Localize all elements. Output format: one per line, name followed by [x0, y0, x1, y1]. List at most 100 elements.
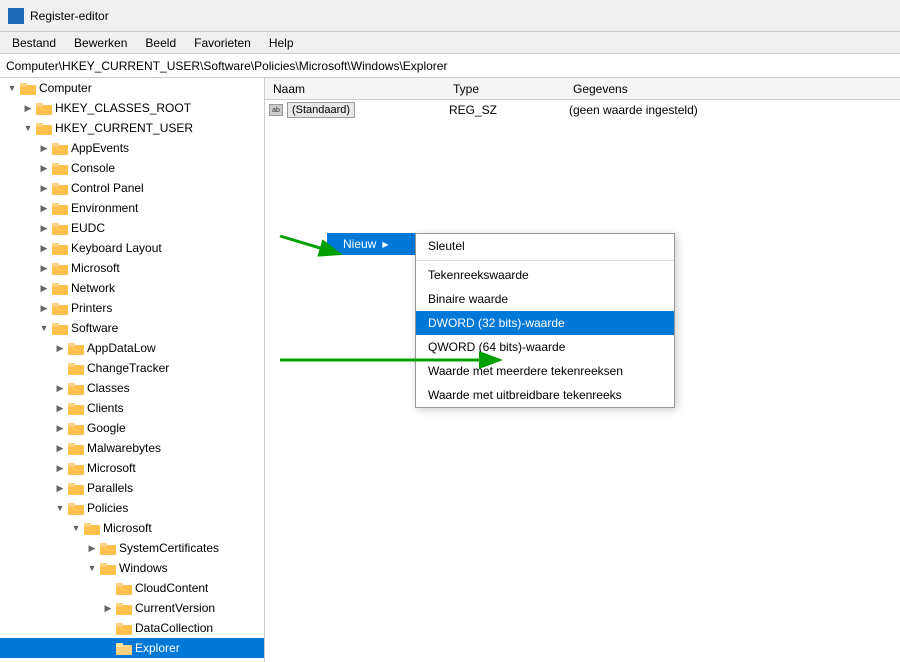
- tree-item-microsoft-software[interactable]: Microsoft: [0, 458, 264, 478]
- folder-icon-microsoft: [52, 261, 68, 275]
- arrow-2: [275, 348, 595, 378]
- tree-label-changetracker: ChangeTracker: [87, 361, 169, 375]
- expander-clients[interactable]: [52, 398, 68, 418]
- expander-environment[interactable]: [36, 198, 52, 218]
- expander-keyboard-layout[interactable]: [36, 238, 52, 258]
- expander-network[interactable]: [36, 278, 52, 298]
- expander-software[interactable]: [36, 318, 52, 338]
- folder-icon-windows: [100, 561, 116, 575]
- tree-item-appevents[interactable]: AppEvents: [0, 138, 264, 158]
- expander-hkey-current-user[interactable]: [20, 118, 36, 138]
- expander-currentversion[interactable]: [100, 598, 116, 618]
- reg-naam-standaard: ab (Standaard): [269, 102, 449, 118]
- tree-item-datacollection[interactable]: DataCollection: [0, 618, 264, 638]
- tree-item-console[interactable]: Console: [0, 158, 264, 178]
- folder-icon-appdatalow: [68, 341, 84, 355]
- tree-item-microsoft-policies[interactable]: Microsoft: [0, 518, 264, 538]
- tree-item-environment[interactable]: Environment: [0, 198, 264, 218]
- tree-item-network[interactable]: Network: [0, 278, 264, 298]
- expander-google[interactable]: [52, 418, 68, 438]
- menu-bestand[interactable]: Bestand: [4, 34, 64, 52]
- expander-systemcertificates[interactable]: [84, 538, 100, 558]
- tree-item-power[interactable]: Power: [0, 658, 264, 662]
- tree-item-policies[interactable]: Policies: [0, 498, 264, 518]
- expander-changetracker: [52, 358, 68, 378]
- expander-computer[interactable]: [4, 78, 20, 98]
- expander-malwarebytes[interactable]: [52, 438, 68, 458]
- tree-item-keyboard-layout[interactable]: Keyboard Layout: [0, 238, 264, 258]
- tree-item-clients[interactable]: Clients: [0, 398, 264, 418]
- tree-label-currentversion: CurrentVersion: [135, 601, 215, 615]
- folder-icon-hkey-classes-root: [36, 101, 52, 115]
- folder-icon-cloudcontent: [116, 581, 132, 595]
- tree-item-explorer[interactable]: Explorer: [0, 638, 264, 658]
- tree-item-hkey-classes-root[interactable]: HKEY_CLASSES_ROOT: [0, 98, 264, 118]
- tree-item-computer[interactable]: Computer: [0, 78, 264, 98]
- tree-item-changetracker[interactable]: ChangeTracker: [0, 358, 264, 378]
- folder-icon-parallels: [68, 481, 84, 495]
- tree-item-parallels[interactable]: Parallels: [0, 478, 264, 498]
- col-header-naam: Naam: [269, 82, 449, 96]
- expander-power[interactable]: [36, 658, 52, 662]
- tree-item-currentversion[interactable]: CurrentVersion: [0, 598, 264, 618]
- reg-row-standaard[interactable]: ab (Standaard) REG_SZ (geen waarde inges…: [265, 100, 900, 120]
- expander-appevents[interactable]: [36, 138, 52, 158]
- folder-icon-policies: [68, 501, 84, 515]
- tree-label-appevents: AppEvents: [71, 141, 129, 155]
- tree-item-classes[interactable]: Classes: [0, 378, 264, 398]
- tree-item-google[interactable]: Google: [0, 418, 264, 438]
- tree-label-hkey-classes-root: HKEY_CLASSES_ROOT: [55, 101, 191, 115]
- tree-item-control-panel[interactable]: Control Panel: [0, 178, 264, 198]
- col-header-gegevens: Gegevens: [569, 82, 896, 96]
- folder-icon-software: [52, 321, 68, 335]
- address-path: Computer\HKEY_CURRENT_USER\Software\Poli…: [6, 59, 447, 73]
- menu-help[interactable]: Help: [261, 34, 302, 52]
- menu-bar: Bestand Bewerken Beeld Favorieten Help: [0, 32, 900, 54]
- expander-hkey-classes-root[interactable]: [20, 98, 36, 118]
- submenu-dword[interactable]: DWORD (32 bits)-waarde: [416, 311, 674, 335]
- expander-eudc[interactable]: [36, 218, 52, 238]
- tree-item-hkey-current-user[interactable]: HKEY_CURRENT_USER: [0, 118, 264, 138]
- submenu-sleutel[interactable]: Sleutel: [416, 234, 674, 258]
- expander-microsoft[interactable]: [36, 258, 52, 278]
- tree-item-cloudcontent[interactable]: CloudContent: [0, 578, 264, 598]
- submenu-tekenreeks[interactable]: Tekenreekswaarde: [416, 263, 674, 287]
- tree-item-systemcertificates[interactable]: SystemCertificates: [0, 538, 264, 558]
- expander-microsoft-software[interactable]: [52, 458, 68, 478]
- column-headers: Naam Type Gegevens: [265, 78, 900, 100]
- tree-item-appdatalow[interactable]: AppDataLow: [0, 338, 264, 358]
- tree-item-eudc[interactable]: EUDC: [0, 218, 264, 238]
- folder-icon-printers: [52, 301, 68, 315]
- expander-control-panel[interactable]: [36, 178, 52, 198]
- tree-label-appdatalow: AppDataLow: [87, 341, 156, 355]
- expander-parallels[interactable]: [52, 478, 68, 498]
- expander-classes[interactable]: [52, 378, 68, 398]
- expander-policies[interactable]: [52, 498, 68, 518]
- expander-windows[interactable]: [84, 558, 100, 578]
- menu-beeld[interactable]: Beeld: [137, 34, 184, 52]
- tree-item-printers[interactable]: Printers: [0, 298, 264, 318]
- tree-label-eudc: EUDC: [71, 221, 105, 235]
- tree-label-console: Console: [71, 161, 115, 175]
- tree-item-windows[interactable]: Windows: [0, 558, 264, 578]
- tree-item-microsoft[interactable]: Microsoft: [0, 258, 264, 278]
- expander-printers[interactable]: [36, 298, 52, 318]
- tree-label-environment: Environment: [71, 201, 138, 215]
- submenu-expand[interactable]: Waarde met uitbreidbare tekenreeks: [416, 383, 674, 407]
- tree-label-microsoft-policies: Microsoft: [103, 521, 152, 535]
- expander-console[interactable]: [36, 158, 52, 178]
- col-header-type: Type: [449, 82, 569, 96]
- folder-icon-keyboard-layout: [52, 241, 68, 255]
- tree-item-software[interactable]: Software: [0, 318, 264, 338]
- expander-appdatalow[interactable]: [52, 338, 68, 358]
- tree-label-hkey-current-user: HKEY_CURRENT_USER: [55, 121, 193, 135]
- expander-microsoft-policies[interactable]: [68, 518, 84, 538]
- tree-item-malwarebytes[interactable]: Malwarebytes: [0, 438, 264, 458]
- submenu-binaire[interactable]: Binaire waarde: [416, 287, 674, 311]
- menu-bewerken[interactable]: Bewerken: [66, 34, 135, 52]
- tree-label-google: Google: [87, 421, 126, 435]
- folder-icon-computer: [20, 81, 36, 95]
- menu-favorieten[interactable]: Favorieten: [186, 34, 259, 52]
- folder-icon-changetracker: [68, 361, 84, 375]
- folder-icon-malwarebytes: [68, 441, 84, 455]
